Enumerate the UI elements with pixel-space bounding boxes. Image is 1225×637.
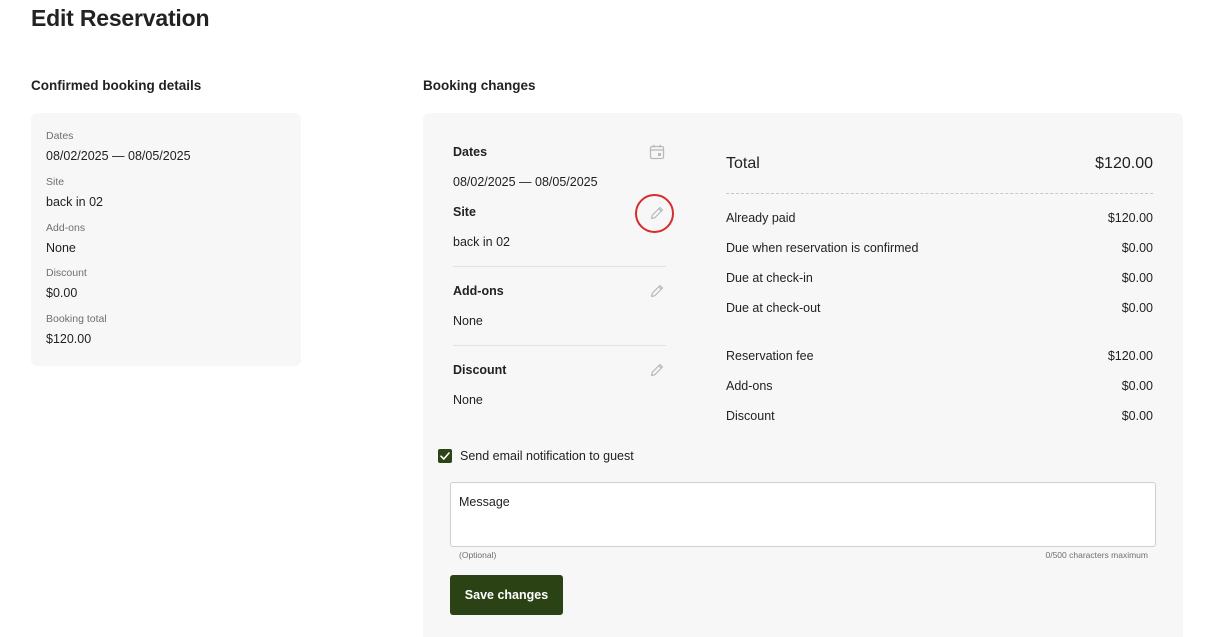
reservation-fee-value: $120.00 xyxy=(1107,349,1153,363)
divider xyxy=(453,266,666,267)
addons-value: None xyxy=(453,314,483,328)
discount-label: Discount xyxy=(453,363,507,377)
due-checkin-value: $0.00 xyxy=(1121,271,1153,285)
dates-label: Dates xyxy=(453,145,488,159)
due-checkout-value: $0.00 xyxy=(1121,301,1153,315)
addons-fee-value: $0.00 xyxy=(1121,379,1153,393)
due-confirmed-label: Due when reservation is confirmed xyxy=(726,241,919,255)
save-changes-button[interactable]: Save changes xyxy=(450,575,563,615)
due-checkin-label: Due at check-in xyxy=(726,271,813,285)
discount-fee-label: Discount xyxy=(726,409,775,423)
confirmed-dates-label: Dates xyxy=(46,130,74,142)
optional-hint: (Optional) xyxy=(459,550,497,560)
already-paid-label: Already paid xyxy=(726,211,796,225)
divider xyxy=(453,345,666,346)
total-label: Total xyxy=(726,155,760,172)
confirmed-site-value: back in 02 xyxy=(46,195,103,209)
email-notification-label[interactable]: Send email notification to guest xyxy=(460,449,634,463)
char-limit-hint: 0/500 characters maximum xyxy=(1045,550,1148,560)
confirmed-discount-value: $0.00 xyxy=(46,286,78,300)
dates-value: 08/02/2025 — 08/05/2025 xyxy=(453,175,598,189)
confirmed-total-value: $120.00 xyxy=(46,332,92,346)
discount-pencil-icon[interactable] xyxy=(648,361,666,379)
already-paid-value: $120.00 xyxy=(1107,211,1153,225)
confirmed-booking-card: Dates 08/02/2025 — 08/05/2025 Site back … xyxy=(31,113,301,366)
message-input[interactable] xyxy=(450,482,1156,547)
site-pencil-icon[interactable] xyxy=(648,204,666,222)
reservation-fee-label: Reservation fee xyxy=(726,349,814,363)
addons-label: Add-ons xyxy=(453,284,504,298)
confirmed-addons-value: None xyxy=(46,241,76,255)
discount-fee-value: $0.00 xyxy=(1121,409,1153,423)
confirmed-section-title: Confirmed booking details xyxy=(31,78,202,93)
confirmed-discount-label: Discount xyxy=(46,267,87,279)
addons-pencil-icon[interactable] xyxy=(648,282,666,300)
discount-value: None xyxy=(453,393,483,407)
check-icon xyxy=(440,452,450,460)
confirmed-dates-value: 08/02/2025 — 08/05/2025 xyxy=(46,149,191,163)
confirmed-site-label: Site xyxy=(46,176,65,188)
site-label: Site xyxy=(453,205,476,219)
due-confirmed-value: $0.00 xyxy=(1121,241,1153,255)
total-value: $120.00 xyxy=(1095,155,1153,172)
addons-fee-label: Add-ons xyxy=(726,379,773,393)
confirmed-addons-label: Add-ons xyxy=(46,222,86,234)
calendar-icon[interactable] xyxy=(648,143,666,161)
email-notification-checkbox[interactable] xyxy=(438,449,452,463)
page-title: Edit Reservation xyxy=(31,5,210,31)
confirmed-total-label: Booking total xyxy=(46,313,107,325)
site-value: back in 02 xyxy=(453,235,510,249)
booking-changes-card: Dates 08/02/2025 — 08/05/2025 Site back … xyxy=(423,113,1183,637)
changes-section-title: Booking changes xyxy=(423,78,536,93)
due-checkout-label: Due at check-out xyxy=(726,301,821,315)
total-divider xyxy=(726,193,1153,194)
